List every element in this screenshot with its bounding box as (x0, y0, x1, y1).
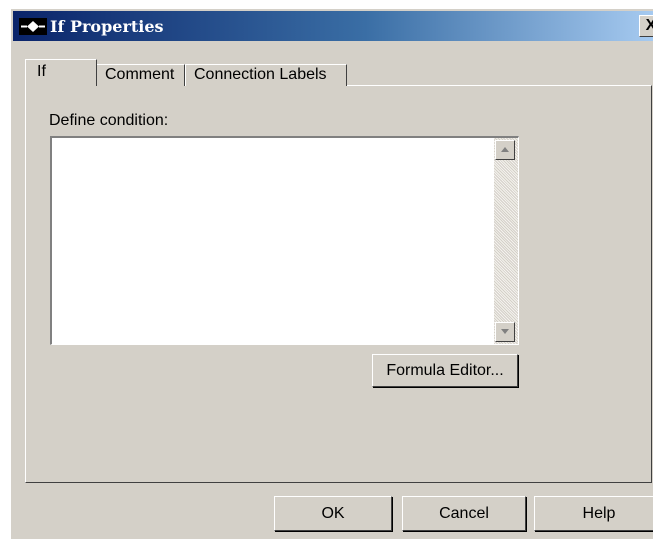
close-button[interactable]: X (639, 15, 653, 37)
window-title: If Properties (50, 17, 164, 36)
diamond-flow-icon (19, 18, 47, 35)
arrow-down-icon (501, 329, 509, 334)
help-button[interactable]: Help (534, 496, 653, 531)
formula-editor-button[interactable]: Formula Editor... (372, 354, 518, 387)
cancel-button[interactable]: Cancel (402, 496, 526, 531)
close-icon: X (645, 17, 653, 34)
scroll-down-button[interactable] (495, 322, 515, 342)
scroll-up-button[interactable] (495, 140, 515, 160)
if-properties-dialog: If Properties X If Comment Connection La… (10, 8, 653, 539)
condition-textarea[interactable] (50, 136, 519, 345)
tab-if-label: If (37, 63, 46, 80)
title-bar[interactable]: If Properties X (13, 11, 653, 41)
vertical-scrollbar[interactable] (494, 138, 518, 344)
define-condition-label: Define condition: (49, 112, 169, 129)
arrow-up-icon (501, 147, 509, 152)
tab-connection-labels-label: Connection Labels (194, 66, 327, 83)
ok-button[interactable]: OK (274, 496, 392, 531)
tab-comment-label: Comment (105, 66, 175, 83)
tab-connection-labels[interactable]: Connection Labels (185, 64, 347, 86)
tab-if[interactable]: If (25, 59, 97, 86)
tab-comment[interactable]: Comment (96, 64, 185, 86)
